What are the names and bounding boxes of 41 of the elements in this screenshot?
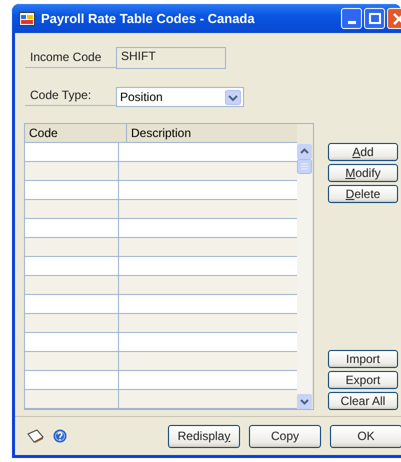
income-code-field: SHIFT	[116, 47, 226, 69]
table-row[interactable]	[25, 352, 297, 371]
action-button[interactable]: Modify	[328, 164, 398, 182]
action-button[interactable]: Export	[328, 371, 398, 389]
table-row[interactable]	[25, 238, 297, 257]
action-button[interactable]: Delete	[328, 185, 398, 203]
window-title: Payroll Rate Table Codes - Canada	[41, 11, 255, 26]
minimize-button[interactable]	[341, 8, 362, 29]
action-button[interactable]: Import	[328, 350, 398, 368]
close-button[interactable]	[387, 8, 401, 29]
column-header[interactable]: Description	[127, 124, 297, 142]
code-type-dropdown[interactable]: Position	[116, 87, 244, 107]
minimize-icon	[348, 21, 356, 24]
table-row[interactable]	[25, 276, 297, 295]
scroll-thumb[interactable]	[297, 159, 312, 174]
table-row[interactable]	[25, 143, 297, 162]
scroll-down-icon	[297, 394, 312, 409]
table-row[interactable]	[25, 333, 297, 352]
action-button[interactable]: Redisplay	[168, 424, 240, 448]
close-icon	[393, 12, 401, 24]
window-icon	[19, 12, 35, 26]
scroll-up-icon	[297, 144, 312, 159]
maximize-icon	[368, 13, 380, 24]
scrollbar[interactable]	[297, 144, 312, 409]
table-row[interactable]	[25, 371, 297, 390]
help-icon[interactable]	[53, 429, 67, 443]
action-button[interactable]: Clear All	[328, 392, 398, 410]
maximize-button[interactable]	[364, 8, 385, 29]
table-row[interactable]	[25, 314, 297, 333]
table-row[interactable]	[25, 162, 297, 181]
action-button[interactable]: Copy	[249, 424, 321, 448]
table-row[interactable]	[25, 257, 297, 276]
note-icon[interactable]	[27, 429, 45, 443]
table-row[interactable]	[25, 181, 297, 200]
column-header[interactable]: Code	[25, 124, 127, 142]
table-row[interactable]	[25, 200, 297, 219]
table-row[interactable]	[25, 390, 297, 409]
table-row[interactable]	[25, 219, 297, 238]
action-button[interactable]: OK	[330, 424, 401, 448]
table-row[interactable]	[25, 295, 297, 314]
action-button[interactable]: Add	[328, 143, 398, 161]
